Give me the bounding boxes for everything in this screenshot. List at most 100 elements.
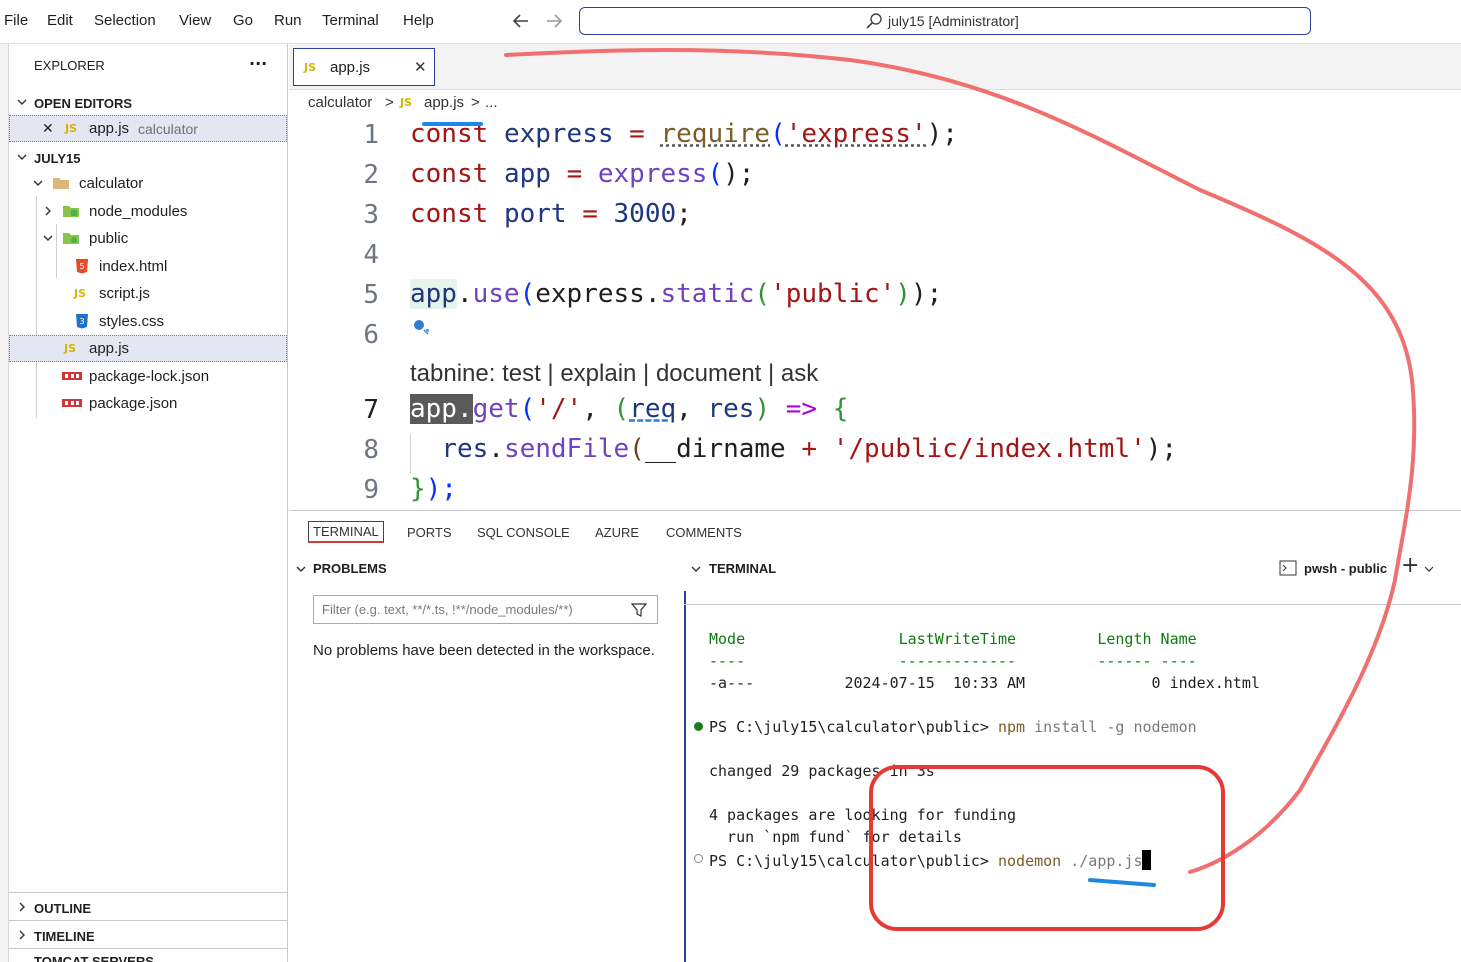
- line-number: 6: [363, 320, 379, 350]
- terminal-line: 4 packages are looking for funding: [709, 806, 1017, 824]
- line-number: 5: [363, 280, 379, 310]
- tree-item-styles-css[interactable]: 3 styles.css: [9, 308, 287, 335]
- tabnine-codelens[interactable]: tabnine: test | explain | document | ask: [410, 360, 818, 388]
- close-icon[interactable]: ✕: [42, 120, 54, 137]
- timeline-section-header[interactable]: TIMELINE: [9, 922, 287, 949]
- tree-item-label: public: [89, 230, 129, 247]
- workspace-label: JULY15: [34, 151, 81, 166]
- punct: .: [456, 279, 473, 309]
- command-center-search[interactable]: july15 [Administrator]: [579, 7, 1311, 35]
- terminal-line: -a--- 2024-07-15 10:33 AM 0 index.html: [709, 674, 1260, 692]
- keyword: const: [410, 199, 489, 229]
- code-line-2: const app = express();: [410, 159, 754, 189]
- node-folder-icon: [63, 206, 79, 217]
- tomcat-section-header[interactable]: TOMCAT SERVERS: [9, 950, 287, 962]
- line-number: 1: [363, 120, 379, 150]
- command-args: ./app.js: [1061, 852, 1143, 870]
- number-literal: 3000: [613, 199, 677, 229]
- lightbulb-icon[interactable]: [412, 318, 430, 336]
- tree-item-index-html[interactable]: 5 index.html: [9, 253, 287, 280]
- menu-file[interactable]: File: [4, 12, 28, 29]
- line-number: 9: [363, 475, 379, 505]
- command-pending-icon[interactable]: [694, 854, 703, 863]
- panel-tab-ports[interactable]: PORTS: [407, 525, 452, 540]
- command-center-text: july15 [Administrator]: [888, 13, 1019, 29]
- tree-item-app-js[interactable]: JS app.js: [9, 335, 287, 362]
- close-icon[interactable]: ✕: [414, 58, 427, 76]
- panel-tab-sql-console[interactable]: SQL CONSOLE: [477, 525, 570, 540]
- editor-tab-bar: JS app.js ✕: [289, 44, 1461, 90]
- menu-edit[interactable]: Edit: [47, 12, 73, 29]
- menu-selection[interactable]: Selection: [94, 12, 156, 29]
- tree-item-script-js[interactable]: JS script.js: [9, 280, 287, 307]
- function-name: use: [472, 279, 520, 309]
- public-folder-icon: [63, 233, 79, 244]
- section-divider: [9, 948, 287, 949]
- back-arrow-icon[interactable]: [510, 10, 532, 32]
- command: npm: [997, 718, 1026, 736]
- code-line-7: app.get('/', (req, res) => {: [410, 394, 848, 424]
- terminal-header[interactable]: TERMINAL: [709, 561, 776, 576]
- terminal-instance-label[interactable]: pwsh - public: [1304, 561, 1387, 576]
- chevron-down-icon[interactable]: [1424, 564, 1434, 574]
- menu-bar: File Edit Selection View Go Run Terminal…: [0, 0, 1461, 44]
- tab-app-js[interactable]: JS app.js ✕: [293, 48, 435, 86]
- npm-file-icon: [62, 372, 82, 380]
- problems-header[interactable]: PROBLEMS: [313, 561, 387, 576]
- tree-item-label: styles.css: [99, 313, 165, 330]
- tree-item-calculator[interactable]: calculator: [9, 170, 287, 197]
- outline-label: OUTLINE: [34, 901, 92, 916]
- line-number-active: 7: [363, 395, 379, 425]
- command-success-icon[interactable]: [694, 722, 703, 731]
- open-editor-item[interactable]: ✕ JS app.js calculator: [9, 115, 287, 142]
- open-editors-section-header[interactable]: OPEN EDITORS: [9, 89, 287, 116]
- tree-item-label: node_modules: [89, 203, 188, 220]
- tree-item-package-json[interactable]: package.json: [9, 390, 287, 417]
- more-actions-icon[interactable]: ···: [249, 54, 267, 73]
- add-terminal-icon[interactable]: +: [1401, 553, 1419, 578]
- menu-view[interactable]: View: [179, 12, 211, 29]
- workspace-section-header[interactable]: JULY15: [9, 144, 287, 171]
- panel-tab-terminal[interactable]: TERMINAL: [308, 521, 384, 543]
- identifier: __dirname: [644, 434, 786, 464]
- breadcrumb: calculator > JS app.js > ...: [289, 90, 1461, 116]
- menu-terminal[interactable]: Terminal: [322, 12, 379, 29]
- tab-label: app.js: [330, 59, 371, 76]
- punct: );: [926, 119, 958, 149]
- chevron-right-icon: >: [385, 94, 394, 111]
- chevron-down-icon[interactable]: [295, 563, 307, 575]
- menu-run[interactable]: Run: [274, 12, 302, 29]
- identifier: app: [503, 159, 551, 189]
- breadcrumb-file[interactable]: app.js: [424, 94, 464, 111]
- punct: (: [613, 394, 630, 424]
- panel-split-sash[interactable]: [684, 591, 686, 962]
- problems-filter-input[interactable]: Filter (e.g. text, **/*.ts, !**/node_mod…: [313, 595, 658, 624]
- svg-text:5: 5: [79, 262, 84, 271]
- punct: .: [488, 434, 504, 464]
- menu-go[interactable]: Go: [233, 12, 253, 29]
- menu-help[interactable]: Help: [403, 12, 434, 29]
- forward-arrow-icon[interactable]: [543, 10, 565, 32]
- panel-tab-azure[interactable]: AZURE: [595, 525, 639, 540]
- tree-item-package-lock-json[interactable]: package-lock.json: [9, 363, 287, 390]
- code-editor[interactable]: 1 2 3 4 5 6 7 8 9 const express = requir…: [289, 116, 1461, 509]
- tree-item-label: app.js: [89, 340, 130, 357]
- breadcrumb-more[interactable]: ...: [485, 94, 498, 111]
- keyword: const: [410, 159, 489, 189]
- punct: (: [770, 119, 786, 149]
- open-editors-label: OPEN EDITORS: [34, 96, 133, 111]
- activity-bar: [0, 44, 9, 962]
- panel-tab-comments[interactable]: COMMENTS: [666, 525, 742, 540]
- chevron-down-icon[interactable]: [690, 563, 702, 575]
- outline-section-header[interactable]: OUTLINE: [9, 894, 287, 921]
- tree-item-node-modules[interactable]: node_modules: [9, 198, 287, 225]
- tree-item-label: index.html: [99, 258, 168, 275]
- chevron-right-icon: >: [471, 94, 480, 111]
- punct: (: [707, 159, 724, 189]
- tree-item-public[interactable]: public: [9, 225, 287, 252]
- string-literal: 'express': [785, 119, 927, 149]
- breadcrumb-folder[interactable]: calculator: [308, 94, 372, 111]
- punct: );: [723, 159, 755, 189]
- code-line-8: res.sendFile(__dirname + '/public/index.…: [410, 434, 1177, 464]
- filter-icon[interactable]: [630, 602, 648, 618]
